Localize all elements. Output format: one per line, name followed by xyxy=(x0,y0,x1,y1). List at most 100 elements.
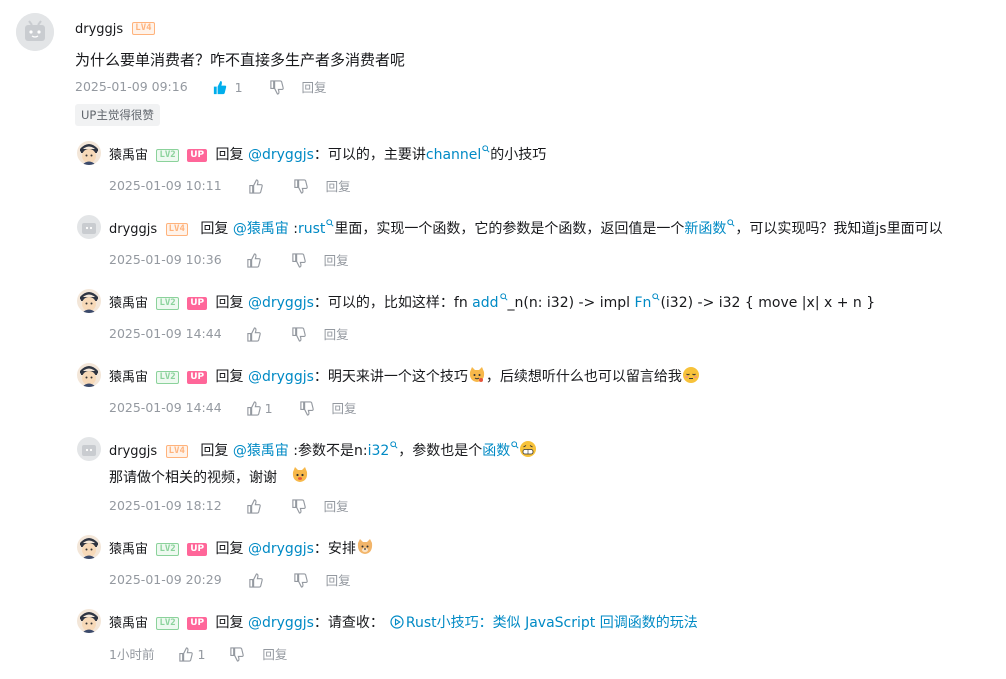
dislike-button[interactable] xyxy=(291,498,306,514)
avatar[interactable] xyxy=(77,535,101,559)
dislike-button[interactable] xyxy=(299,400,314,416)
cat-emoji-icon xyxy=(292,467,308,482)
like-button[interactable] xyxy=(246,326,261,342)
reply-line: 猿禹宙 LV2 UP 回复 @dryggjs：安排 xyxy=(109,538,374,558)
keyword-link[interactable]: rust xyxy=(298,221,325,237)
reply-button[interactable]: 回复 xyxy=(324,324,349,343)
reply-meta: 2025-01-09 20:29 回复 xyxy=(109,570,351,589)
reply-button[interactable]: 回复 xyxy=(324,250,349,269)
like-button[interactable] xyxy=(248,572,263,588)
mention-link[interactable]: @dryggjs xyxy=(248,541,314,557)
level-badge: LV4 xyxy=(165,222,188,236)
reply-button[interactable]: 回复 xyxy=(302,77,327,96)
reply-text: ，参数也是个 xyxy=(398,443,483,459)
avatar[interactable] xyxy=(77,141,101,165)
dislike-button[interactable] xyxy=(229,646,244,662)
thumb-down-icon xyxy=(291,253,306,268)
reply-text: 的小技巧 xyxy=(490,147,547,163)
video-link[interactable]: Rust小技巧：类似 JavaScript 回调函数的玩法 xyxy=(406,615,698,631)
up-badge: UP xyxy=(187,370,208,384)
reply-meta: 2025-01-09 18:12 回复 xyxy=(109,496,349,515)
reply-prefix: 回复 xyxy=(215,147,248,163)
comment-content: 为什么要单消费者？咋不直接多生产者多消费者呢 xyxy=(75,51,406,69)
reply-text: :参数不是n: xyxy=(288,443,368,459)
username[interactable]: dryggjs xyxy=(75,22,123,37)
level-badge: LV4 xyxy=(165,444,188,458)
like-button[interactable]: 1 xyxy=(212,79,243,95)
play-circle-icon xyxy=(390,615,404,629)
mention-link[interactable]: @dryggjs xyxy=(248,369,314,385)
thumb-up-icon xyxy=(246,499,261,514)
mention-link[interactable]: @猿禹宙 xyxy=(233,443,289,459)
cat-emoji-icon xyxy=(469,367,485,382)
keyword-link[interactable]: add xyxy=(472,295,498,311)
reply-button[interactable]: 回复 xyxy=(326,176,351,195)
dislike-button[interactable] xyxy=(293,178,308,194)
reply-line: 猿禹宙 LV2 UP 回复 @dryggjs：可以的，主要讲channel 的小技… xyxy=(109,144,546,164)
keyword-link[interactable]: Fn xyxy=(635,295,652,311)
reply-meta: 2025-01-09 14:44 回复 xyxy=(109,324,349,343)
up-avatar-icon xyxy=(77,535,101,559)
avatar[interactable] xyxy=(16,13,54,51)
reply-time: 2025-01-09 20:29 xyxy=(109,572,222,587)
thumb-up-icon xyxy=(248,573,263,588)
thumb-down-icon xyxy=(269,79,284,95)
like-button[interactable] xyxy=(246,498,261,514)
username[interactable]: 猿禹宙 xyxy=(109,148,148,163)
reply-time: 1小时前 xyxy=(109,647,155,662)
username[interactable]: 猿禹宙 xyxy=(109,542,148,557)
like-button[interactable]: 1 xyxy=(178,646,205,662)
grin-emoji-icon xyxy=(520,441,537,457)
reply-time: 2025-01-09 14:44 xyxy=(109,400,222,415)
reply-line: 猿禹宙 LV2 UP 回复 @dryggjs：可以的，比如这样：fn add _n… xyxy=(109,292,875,312)
keyword-link[interactable]: i32 xyxy=(368,443,390,459)
like-button[interactable] xyxy=(248,178,263,194)
reply-button[interactable]: 回复 xyxy=(332,398,357,417)
avatar[interactable] xyxy=(77,609,101,633)
thumb-down-icon xyxy=(291,499,306,514)
username[interactable]: 猿禹宙 xyxy=(109,616,148,631)
keyword-link[interactable]: 新函数 xyxy=(684,221,726,237)
mention-link[interactable]: @dryggjs xyxy=(248,147,314,163)
reply-button[interactable]: 回复 xyxy=(324,496,349,515)
dislike-button[interactable] xyxy=(291,326,306,342)
username[interactable]: dryggjs xyxy=(109,222,157,237)
username[interactable]: dryggjs xyxy=(109,444,157,459)
mention-link[interactable]: @猿禹宙 xyxy=(233,221,289,237)
reply-prefix: 回复 xyxy=(215,369,248,385)
reply-text: ：明天来讲一个这个技巧 xyxy=(313,369,468,385)
like-button[interactable] xyxy=(246,252,261,268)
reply-button[interactable]: 回复 xyxy=(262,644,287,663)
search-icon xyxy=(511,441,519,449)
dislike-button[interactable] xyxy=(269,79,284,95)
default-avatar-icon xyxy=(16,13,54,51)
up-badge: UP xyxy=(187,616,208,630)
thumb-up-icon xyxy=(213,80,226,94)
keyword-link[interactable]: 函数 xyxy=(482,443,510,459)
default-avatar-icon xyxy=(77,215,101,239)
dislike-button[interactable] xyxy=(291,252,306,268)
comment-meta: 2025-01-09 09:16 1 回复 xyxy=(75,77,327,96)
avatar[interactable] xyxy=(77,437,101,461)
username[interactable]: 猿禹宙 xyxy=(109,370,148,385)
up-avatar-icon xyxy=(77,141,101,165)
avatar[interactable] xyxy=(77,363,101,387)
reply-line: 猿禹宙 LV2 UP 回复 @dryggjs：请查收： Rust小技巧：类似 Ja… xyxy=(109,612,698,632)
thumb-down-icon xyxy=(299,401,314,416)
mention-link[interactable]: @dryggjs xyxy=(248,295,314,311)
avatar[interactable] xyxy=(77,289,101,313)
thumb-up-icon xyxy=(246,327,261,342)
username[interactable]: 猿禹宙 xyxy=(109,296,148,311)
reply-meta: 2025-01-09 10:11 回复 xyxy=(109,176,351,195)
mention-link[interactable]: @dryggjs xyxy=(248,615,314,631)
thumb-up-icon xyxy=(178,647,193,662)
reply-text: 里面，实现一个函数，它的参数是个函数，返回值是一个 xyxy=(334,221,685,237)
thumb-up-icon xyxy=(246,253,261,268)
like-button[interactable]: 1 xyxy=(246,400,273,416)
dislike-button[interactable] xyxy=(293,572,308,588)
up-avatar-icon xyxy=(77,363,101,387)
reply-prefix: 回复 xyxy=(215,295,248,311)
reply-button[interactable]: 回复 xyxy=(326,570,351,589)
avatar[interactable] xyxy=(77,215,101,239)
keyword-link[interactable]: channel xyxy=(426,147,481,163)
